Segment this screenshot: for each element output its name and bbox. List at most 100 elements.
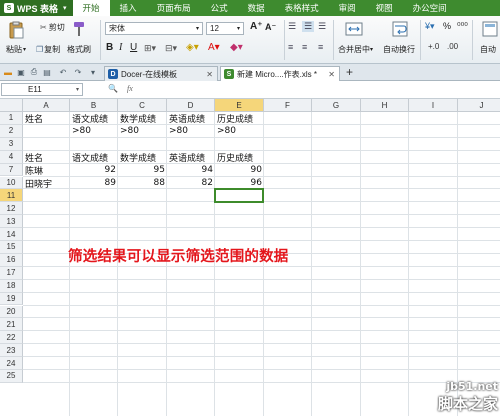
font-name-select[interactable]: 宋体 ▾ [105, 22, 203, 35]
customize-icon[interactable]: ▾ [88, 67, 98, 77]
row-header-2[interactable]: 2 [0, 124, 23, 138]
auto-button[interactable]: 自动 [480, 44, 496, 55]
row-header-13[interactable]: 13 [0, 215, 23, 229]
cell-a10[interactable]: 田晓宇 [23, 177, 54, 190]
wrap-text-button[interactable]: 自动换行 [383, 44, 415, 55]
column-header-g[interactable]: G [312, 99, 361, 112]
cell-c4[interactable]: 数学成绩 [118, 151, 158, 164]
align-left-button[interactable]: ≡ [288, 42, 293, 52]
borders-button[interactable]: ⊞▾ [144, 43, 156, 54]
formula-input[interactable] [142, 83, 498, 96]
tab-spreadsheet[interactable]: S 新建 Micro....作表.xls * ✕ [220, 66, 340, 81]
cell-d2[interactable]: >80 [167, 125, 190, 137]
row-header-24[interactable]: 24 [0, 357, 23, 370]
row-header-3[interactable]: 3 [0, 137, 23, 151]
align-right-button[interactable]: ≡ [318, 42, 323, 52]
cell-e2[interactable]: >80 [215, 125, 238, 137]
decrease-decimal-button[interactable]: .00 [447, 42, 458, 51]
cell-b7[interactable]: 92 [70, 164, 118, 176]
cell-d10[interactable]: 82 [167, 177, 215, 189]
row-header-12[interactable]: 12 [0, 202, 23, 216]
paste-button[interactable]: 粘贴 ▾ [6, 44, 26, 55]
column-header-j[interactable]: J [458, 99, 500, 112]
align-top-button[interactable]: ☰ [288, 21, 296, 32]
menu-formulas[interactable]: 公式 [201, 0, 238, 16]
menu-view[interactable]: 视图 [366, 0, 403, 16]
column-header-h[interactable]: H [361, 99, 409, 112]
wrap-text-icon[interactable] [392, 21, 408, 37]
column-header-i[interactable]: I [409, 99, 458, 112]
menu-office-space[interactable]: 办公空间 [403, 0, 457, 16]
percent-button[interactable]: % [443, 21, 451, 31]
clear-format-button[interactable]: ◆▾ [230, 42, 243, 53]
cell-b10[interactable]: 89 [70, 177, 118, 189]
row-header-17[interactable]: 17 [0, 266, 23, 280]
font-size-select[interactable]: 12 ▾ [206, 22, 244, 35]
row-header-14[interactable]: 14 [0, 228, 23, 241]
zoom-icon[interactable]: 🔍 [108, 84, 118, 93]
format-painter-icon[interactable] [72, 21, 86, 37]
save-icon[interactable]: ▣ [16, 67, 26, 77]
fill-color-button[interactable]: ◈▾ [186, 42, 199, 53]
row-header-10[interactable]: 10 [0, 176, 23, 190]
close-icon[interactable]: ✕ [328, 70, 335, 79]
column-header-d[interactable]: D [167, 99, 215, 112]
bold-button[interactable]: B [106, 42, 113, 53]
menu-insert[interactable]: 插入 [110, 0, 147, 16]
thousands-button[interactable]: ⁰⁰⁰ [457, 21, 468, 32]
cell-e7[interactable]: 90 [215, 164, 264, 176]
font-color-button[interactable]: A▾ [208, 42, 220, 53]
row-header-19[interactable]: 19 [0, 292, 23, 306]
row-header-11[interactable]: 11 [0, 189, 23, 203]
increase-decimal-button[interactable]: +.0 [428, 42, 439, 51]
shrink-font-button[interactable]: A⁻ [265, 22, 276, 33]
row-header-20[interactable]: 20 [0, 305, 23, 319]
format-painter-button[interactable]: 格式刷 [67, 44, 91, 55]
row-header-16[interactable]: 16 [0, 253, 23, 267]
column-header-b[interactable]: B [70, 99, 118, 112]
cell-b1[interactable]: 语文成绩 [70, 113, 110, 125]
cell-d7[interactable]: 94 [167, 164, 215, 176]
merge-center-button[interactable]: 合并居中 ▾ [338, 44, 373, 55]
cell-a4[interactable]: 姓名 [23, 151, 45, 164]
align-middle-button[interactable]: ☰ [302, 21, 315, 32]
cell-c2[interactable]: >80 [118, 125, 141, 137]
cell-e4[interactable]: 历史成绩 [215, 151, 255, 164]
align-bottom-button[interactable]: ☰ [318, 21, 326, 32]
new-tab-button[interactable]: + [346, 65, 353, 79]
column-header-e[interactable]: E [215, 99, 264, 112]
row-header-15[interactable]: 15 [0, 241, 23, 254]
grow-font-button[interactable]: A⁺ [250, 21, 263, 32]
select-all-corner[interactable] [0, 99, 23, 112]
currency-button[interactable]: ¥▾ [425, 21, 435, 32]
row-header-18[interactable]: 18 [0, 279, 23, 293]
cell-c7[interactable]: 95 [118, 164, 167, 176]
column-header-f[interactable]: F [264, 99, 312, 112]
column-header-a[interactable]: A [23, 99, 70, 112]
cell-e10[interactable]: 96 [215, 177, 264, 189]
row-header-4[interactable]: 4 [0, 150, 23, 164]
merge-cells-button[interactable]: ⊟▾ [165, 43, 177, 54]
function-icon[interactable]: fx [127, 84, 133, 93]
menu-table-style[interactable]: 表格样式 [275, 0, 329, 16]
paste-icon[interactable] [7, 21, 25, 39]
undo-icon[interactable]: ↶ [58, 67, 68, 77]
row-header-7[interactable]: 7 [0, 163, 23, 177]
cell-d4[interactable]: 英语成绩 [167, 151, 207, 164]
print-icon[interactable]: ⎙ [29, 67, 39, 77]
menu-review[interactable]: 审阅 [329, 0, 366, 16]
copy-button[interactable]: ❐ 复制 [36, 44, 60, 55]
auto-format-icon[interactable] [482, 21, 498, 37]
redo-icon[interactable]: ↷ [73, 67, 83, 77]
spreadsheet-grid[interactable]: A B C D E F G H I J 1 2 3 4 7 10 11 12 13 14 15 16 17 18 19 20 21 2… [0, 99, 500, 416]
row-header-23[interactable]: 23 [0, 344, 23, 358]
cell-a1[interactable]: 姓名 [23, 113, 45, 125]
cell-c10[interactable]: 88 [118, 177, 167, 189]
row-header-22[interactable]: 22 [0, 331, 23, 345]
name-box[interactable]: E11 ▾ [1, 83, 83, 96]
menu-page-layout[interactable]: 页面布局 [147, 0, 201, 16]
row-header-1[interactable]: 1 [0, 112, 23, 125]
cell-b2[interactable]: >80 [70, 125, 93, 137]
tab-docer-templates[interactable]: D Docer-在线模板 ✕ [104, 66, 218, 81]
menu-data[interactable]: 数据 [238, 0, 275, 16]
